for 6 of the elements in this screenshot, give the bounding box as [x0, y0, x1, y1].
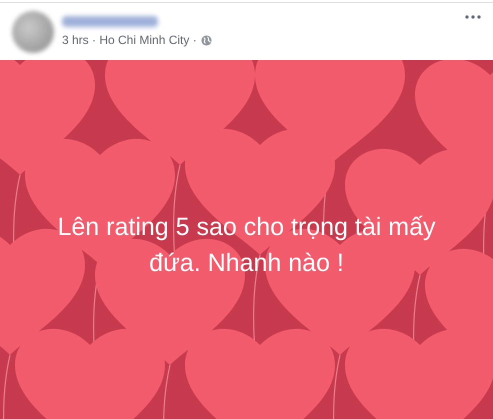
post-text: Lên rating 5 sao cho trọng tài mấy đứa. Nhanh nào ! [56, 212, 436, 278]
more-options-icon[interactable] [465, 15, 481, 19]
post-meta: 3 hrs · Ho Chi Minh City · [62, 33, 197, 47]
avatar[interactable] [12, 10, 54, 52]
blurred-name[interactable] [62, 16, 158, 27]
globe-icon [200, 34, 212, 46]
